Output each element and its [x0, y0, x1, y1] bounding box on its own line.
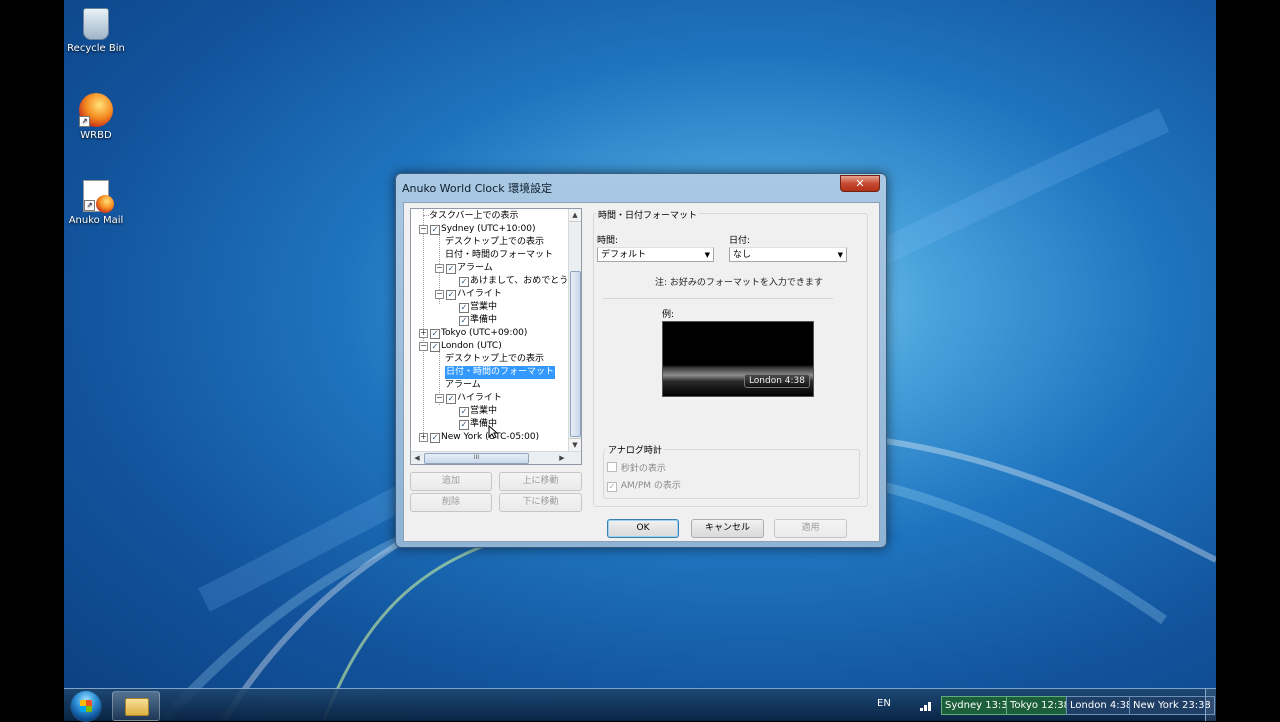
checkbox-icon[interactable]: ✓ — [430, 342, 440, 352]
tree-item-alarm-london[interactable]: アラーム — [445, 379, 481, 392]
collapse-icon[interactable]: − — [435, 264, 444, 273]
scroll-left-icon[interactable]: ◀ — [411, 452, 423, 464]
anuko-mail-label: Anuko Mail — [68, 215, 124, 226]
ok-button[interactable]: OK — [607, 519, 679, 538]
taskbar: EN Sydney 13:38 Tokyo 12:38 London 4:38 … — [64, 688, 1216, 722]
date-format-combo[interactable]: なし ▼ — [729, 247, 847, 262]
checkbox-icon[interactable]: ✓ — [459, 407, 469, 417]
clock-tokyo[interactable]: Tokyo 12:38 — [1006, 696, 1074, 715]
delete-button[interactable]: 削除 — [410, 493, 492, 512]
collapse-icon[interactable]: − — [419, 225, 428, 234]
dialog-client: タスクバー上での表示 − ✓ Sydney (UTC+10:00) デスクトップ上… — [403, 202, 880, 542]
recycle-bin-shortcut[interactable]: Recycle Bin — [64, 8, 128, 54]
tree-item-datetime-format[interactable]: 日付・時間のフォーマット — [445, 249, 553, 262]
tree-item-datetime-format-london[interactable]: 日付・時間のフォーマット — [445, 366, 556, 379]
tree-item-sydney[interactable]: − ✓ Sydney (UTC+10:00) — [419, 223, 536, 236]
time-format-value: デフォルト — [601, 250, 647, 260]
recycle-bin-label: Recycle Bin — [67, 43, 125, 54]
tree-item-highlight[interactable]: − ✓ ハイライト — [435, 288, 502, 301]
checkbox-icon[interactable]: ✓ — [446, 264, 456, 274]
expand-icon[interactable]: + — [419, 329, 428, 338]
expand-icon[interactable]: + — [419, 433, 428, 442]
tree-item-london[interactable]: − ✓ London (UTC) — [419, 340, 502, 353]
tree-item-taskbar-display[interactable]: タスクバー上での表示 — [423, 210, 519, 223]
wrbd-shortcut[interactable]: ↗ WRBD — [64, 93, 128, 141]
second-hand-checkbox[interactable]: 秒針の表示 — [607, 461, 666, 474]
dropdown-arrow-icon[interactable]: ▼ — [838, 248, 843, 263]
second-hand-label: 秒針の表示 — [620, 464, 666, 474]
close-button[interactable]: ✕ — [840, 175, 880, 192]
checkbox-icon[interactable]: ✓ — [607, 482, 617, 492]
start-button[interactable] — [70, 690, 102, 722]
date-label: 日付: — [729, 236, 751, 246]
clock-london[interactable]: London 4:38 — [1066, 696, 1137, 715]
tree-item-business-london[interactable]: ✓ 営業中 — [459, 405, 497, 418]
tree-item-alarm[interactable]: − ✓ アラーム — [435, 262, 493, 275]
dialog-title: Anuko World Clock 環境設定 — [402, 182, 553, 195]
checkbox-icon[interactable]: ✓ — [430, 225, 440, 235]
tree-item-newyork[interactable]: + ✓ New York (UTC-05:00) — [419, 431, 539, 444]
dropdown-arrow-icon[interactable]: ▼ — [705, 248, 710, 263]
example-label: 例: — [662, 310, 675, 320]
tree-content: タスクバー上での表示 − ✓ Sydney (UTC+10:00) デスクトップ上… — [411, 209, 569, 451]
scroll-right-icon[interactable]: ▶ — [556, 452, 568, 464]
firefox-icon: ↗ — [79, 93, 113, 127]
checkbox-icon[interactable]: ✓ — [459, 277, 469, 287]
tree-item-desktop-display-london[interactable]: デスクトップ上での表示 — [445, 353, 544, 366]
checkbox-icon[interactable]: ✓ — [446, 290, 456, 300]
add-button[interactable]: 追加 — [410, 472, 492, 491]
language-indicator[interactable]: EN — [877, 698, 891, 709]
checkbox-icon[interactable]: ✓ — [459, 316, 469, 326]
dialog-titlebar[interactable]: Anuko World Clock 環境設定 ✕ — [396, 174, 886, 198]
apply-button[interactable]: 適用 — [774, 519, 847, 538]
collapse-icon[interactable]: − — [419, 342, 428, 351]
tree-line — [423, 209, 424, 437]
clock-newyork[interactable]: New York 23:38 — [1129, 696, 1215, 715]
move-down-button[interactable]: 下に移動 — [499, 493, 582, 512]
scroll-thumb-horizontal[interactable]: III — [424, 453, 529, 464]
format-group-title: 時間・日付フォーマット — [596, 208, 700, 221]
tree-item-highlight-london[interactable]: − ✓ ハイライト — [435, 392, 502, 405]
tree-item-business[interactable]: ✓ 営業中 — [459, 301, 497, 314]
settings-dialog: Anuko World Clock 環境設定 ✕ タスクバー上での表示 − ✓ S… — [395, 173, 887, 548]
folder-icon — [125, 698, 149, 716]
scroll-up-icon[interactable]: ▲ — [569, 209, 581, 222]
show-desktop-button[interactable] — [1205, 689, 1216, 721]
tree-item-alarm-entry[interactable]: ✓あけまして、おめでとうござい — [459, 275, 569, 288]
tree-horizontal-scrollbar[interactable]: ◀ III ▶ — [411, 451, 581, 464]
explorer-taskbar-button[interactable] — [112, 691, 160, 721]
time-label: 時間: — [597, 236, 619, 246]
anuko-mail-shortcut[interactable]: ↗ Anuko Mail — [64, 180, 128, 226]
tree-item-preparing[interactable]: ✓ 準備中 — [459, 314, 497, 327]
checkbox-icon[interactable]: ✓ — [446, 394, 456, 404]
scroll-thumb[interactable] — [570, 271, 581, 437]
clock-preview: London 4:38 — [662, 321, 814, 397]
mouse-cursor-icon — [488, 425, 498, 439]
checkbox-icon[interactable] — [607, 462, 617, 472]
tree-item-tokyo[interactable]: + ✓ Tokyo (UTC+09:00) — [419, 327, 527, 340]
recycle-bin-icon — [83, 8, 109, 40]
checkbox-icon[interactable]: ✓ — [430, 329, 440, 339]
date-format-value: なし — [733, 250, 752, 260]
collapse-icon[interactable]: − — [435, 290, 444, 299]
ampm-label: AM/PM の表示 — [620, 481, 681, 491]
separator — [603, 298, 833, 299]
move-up-button[interactable]: 上に移動 — [499, 472, 582, 491]
preview-clock-text: London 4:38 — [743, 374, 810, 388]
network-icon[interactable] — [920, 689, 934, 721]
firefox-document-icon: ↗ — [83, 180, 114, 213]
format-note: 注: お好みのフォーマットを入力できます — [655, 278, 823, 288]
tree-item-desktop-display[interactable]: デスクトップ上での表示 — [445, 236, 544, 249]
tree-vertical-scrollbar[interactable]: ▲ ▼ — [568, 209, 581, 451]
scroll-down-icon[interactable]: ▼ — [569, 438, 581, 451]
collapse-icon[interactable]: − — [435, 394, 444, 403]
checkbox-icon[interactable]: ✓ — [459, 420, 469, 430]
analog-group-title: アナログ時計 — [606, 443, 664, 456]
checkbox-icon[interactable]: ✓ — [459, 303, 469, 313]
time-format-combo[interactable]: デフォルト ▼ — [597, 247, 714, 262]
cancel-button[interactable]: キャンセル — [691, 519, 764, 538]
checkbox-icon[interactable]: ✓ — [430, 433, 440, 443]
ampm-checkbox[interactable]: ✓ AM/PM の表示 — [607, 478, 681, 492]
wrbd-label: WRBD — [80, 130, 112, 141]
